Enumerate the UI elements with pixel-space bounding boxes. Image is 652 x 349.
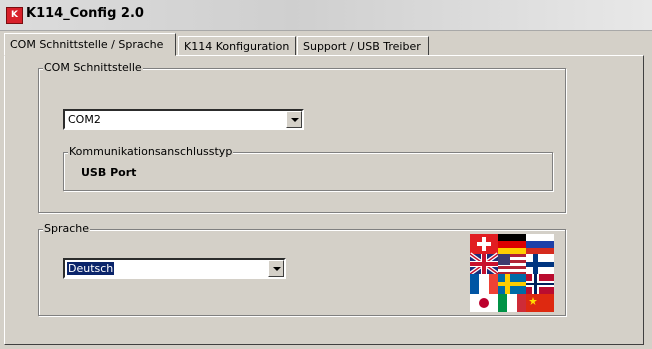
com-port-dropdown-button[interactable] (286, 111, 302, 128)
tab-label: COM Schnittstelle / Sprache (10, 38, 164, 51)
tab-support-usb-treiber[interactable]: Support / USB Treiber (297, 36, 429, 55)
chevron-down-icon (273, 267, 281, 271)
com-schnittstelle-group: COM Schnittstelle (38, 61, 566, 213)
chevron-down-icon (291, 118, 299, 122)
kommunikationsanschlusstyp-label: Kommunikationsanschlusstyp (68, 145, 234, 158)
language-select[interactable]: Deutsch (63, 258, 286, 279)
tab-com-schnittstelle-sprache[interactable]: COM Schnittstelle / Sprache (4, 33, 176, 56)
comm-type-value: USB Port (81, 166, 137, 179)
title-bar[interactable]: K K114_Config 2.0 (0, 0, 652, 31)
com-schnittstelle-label: COM Schnittstelle (43, 61, 143, 74)
kommunikationsanschlusstyp-group: Kommunikationsanschlusstyp (63, 145, 553, 191)
sprache-label: Sprache (43, 222, 91, 235)
language-dropdown-button[interactable] (268, 260, 284, 277)
language-value: Deutsch (67, 262, 115, 275)
language-flags-icon (470, 234, 554, 312)
k114-app-icon[interactable]: K (6, 7, 23, 24)
tab-k114-konfiguration[interactable]: K114 Konfiguration (178, 36, 296, 55)
tab-strip: COM Schnittstelle / Sprache K114 Konfigu… (4, 32, 644, 56)
window-title: K114_Config 2.0 (26, 6, 144, 21)
tab-label: K114 Konfiguration (184, 40, 290, 53)
com-port-select[interactable]: COM2 (63, 109, 304, 130)
com-port-value: COM2 (68, 113, 101, 126)
tab-label: Support / USB Treiber (303, 40, 421, 53)
